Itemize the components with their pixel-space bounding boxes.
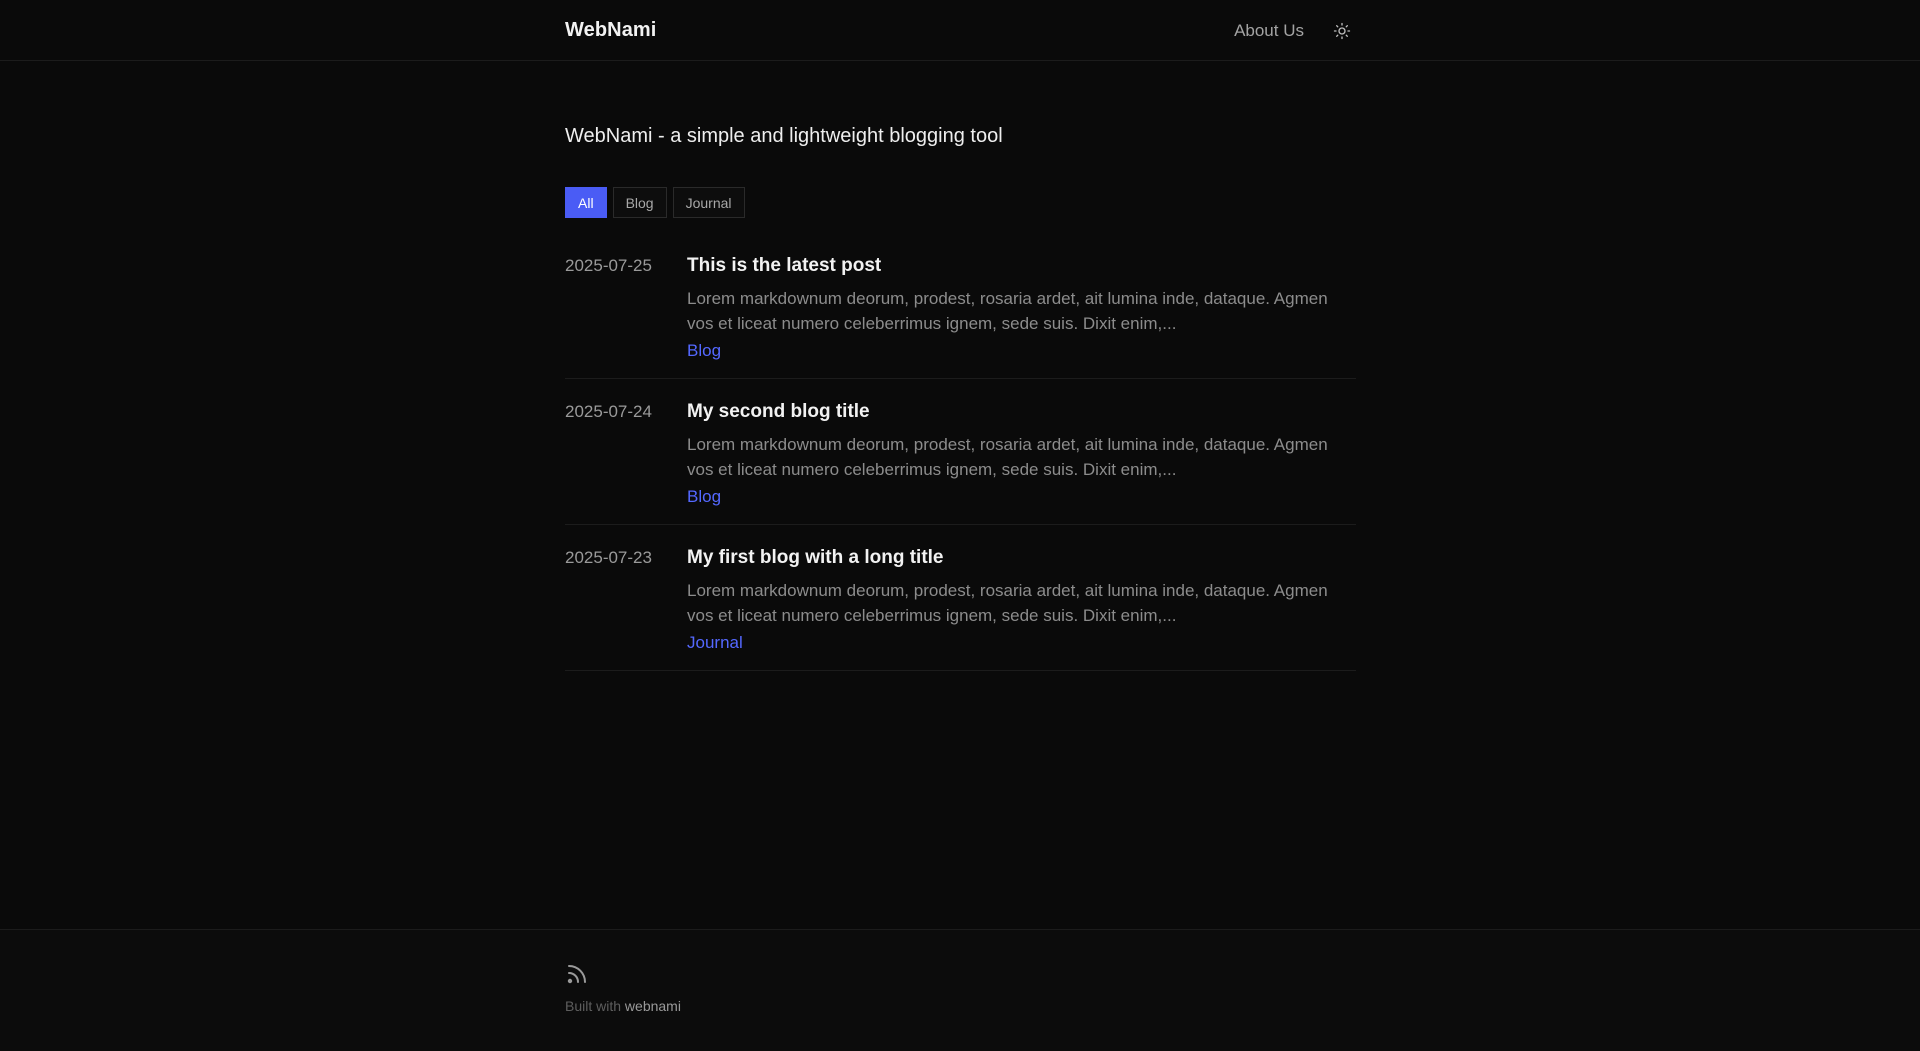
brand-link[interactable]: WebNami	[565, 19, 656, 42]
post-tag-link[interactable]: Journal	[687, 631, 743, 655]
post-item: 2025-07-25 This is the latest post Lorem…	[565, 254, 1356, 379]
post-body: This is the latest post Lorem markdownum…	[687, 254, 1356, 360]
page-tagline: WebNami - a simple and lightweight blogg…	[565, 125, 1003, 147]
header-inner: WebNami About Us	[565, 0, 1356, 61]
post-excerpt: Lorem markdownum deorum, prodest, rosari…	[687, 581, 1328, 625]
post-tag-link[interactable]: Blog	[687, 485, 721, 509]
post-body: My first blog with a long title Lorem ma…	[687, 546, 1356, 652]
post-item: 2025-07-23 My first blog with a long tit…	[565, 525, 1356, 671]
post-title-link[interactable]: My second blog title	[687, 400, 1356, 424]
filter-journal-button[interactable]: Journal	[672, 187, 745, 218]
footer-inner: Built with webnami	[565, 962, 681, 1014]
main-content: WebNami - a simple and lightweight blogg…	[565, 122, 1356, 671]
post-title-link[interactable]: My first blog with a long title	[687, 546, 1356, 570]
post-date: 2025-07-24	[565, 402, 652, 421]
post-tag-link[interactable]: Blog	[687, 339, 721, 363]
sun-icon	[1333, 22, 1351, 39]
site-footer: Built with webnami	[0, 929, 1920, 1051]
rss-icon	[567, 965, 586, 984]
main-nav: About Us	[1234, 21, 1356, 41]
site-header: WebNami About Us	[0, 0, 1920, 61]
post-title-link[interactable]: This is the latest post	[687, 254, 1356, 278]
rss-link[interactable]	[565, 962, 589, 986]
post-date: 2025-07-25	[565, 256, 652, 275]
webnami-link[interactable]: webnami	[625, 998, 681, 1014]
built-with-prefix: Built with	[565, 998, 625, 1014]
post-date: 2025-07-23	[565, 548, 652, 567]
theme-toggle-button[interactable]	[1332, 21, 1352, 41]
post-excerpt: Lorem markdownum deorum, prodest, rosari…	[687, 435, 1328, 479]
page: WebNami About Us WebNami - a simple and …	[0, 0, 1920, 1051]
post-body: My second blog title Lorem markdownum de…	[687, 400, 1356, 506]
post-item: 2025-07-24 My second blog title Lorem ma…	[565, 379, 1356, 525]
post-excerpt: Lorem markdownum deorum, prodest, rosari…	[687, 289, 1328, 333]
filter-blog-button[interactable]: Blog	[612, 187, 667, 218]
built-with-text: Built with webnami	[565, 998, 681, 1014]
category-filters: All Blog Journal	[565, 187, 1356, 218]
nav-about-us[interactable]: About Us	[1234, 21, 1304, 41]
filter-all-button[interactable]: All	[565, 187, 607, 218]
post-list: 2025-07-25 This is the latest post Lorem…	[565, 254, 1356, 671]
